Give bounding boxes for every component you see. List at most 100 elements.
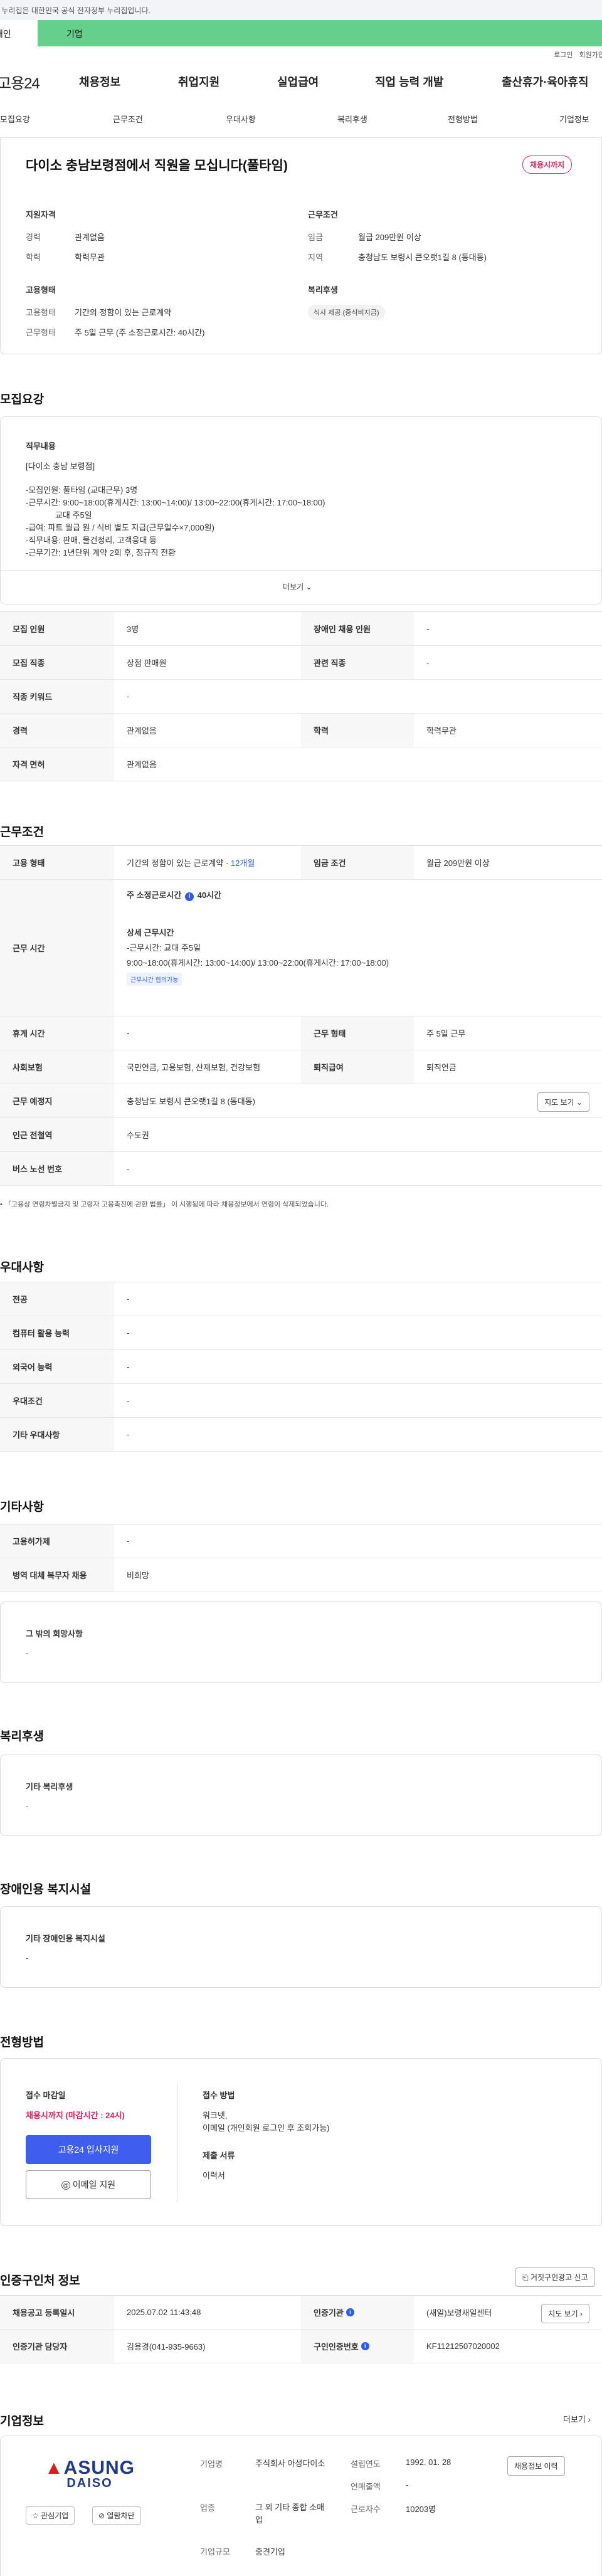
block-view-button[interactable]: ⊘ 열람차단 bbox=[92, 2506, 141, 2525]
apply-button[interactable]: 고용24 입사지원 bbox=[26, 2135, 151, 2164]
cond-region-label: 지역 bbox=[308, 253, 323, 262]
qual-heading: 지원자격 bbox=[26, 210, 56, 219]
qual-career-value: 관계없음 bbox=[75, 233, 105, 242]
duty-line: 교대 주5일 bbox=[26, 510, 92, 520]
age-law-note: • 「고용상 연령차별금지 및 고령자 고용촉진에 관한 법률」 이 시행됨에 … bbox=[0, 1199, 329, 1209]
duty-line: [다이소 충남 보령점] bbox=[26, 462, 95, 471]
row-header: 임금 조건 bbox=[301, 846, 414, 879]
map-button[interactable]: 지도 보기 ⌄ bbox=[537, 1092, 589, 1112]
process-card: 접수 마감일 채용시까지 (마감시간 : 24시) 고용24 입사지원 @ 이메… bbox=[0, 2058, 602, 2226]
method-heading: 접수 방법 bbox=[203, 2091, 235, 2100]
info-icon[interactable]: i bbox=[346, 2308, 354, 2316]
apply-button-label: 고용24 입사지원 bbox=[58, 2145, 119, 2155]
time-detail-heading: 상세 근무시간 bbox=[127, 928, 174, 937]
established-value: 1992. 01. 28 bbox=[406, 2457, 452, 2467]
gnb-item-jobs[interactable]: 채용정보 bbox=[79, 73, 120, 90]
site-logo[interactable]: 고용24 bbox=[0, 71, 40, 93]
cert-agency-value: (새일)보령새일센터 bbox=[426, 2308, 492, 2318]
login-link[interactable]: 로그인 bbox=[554, 50, 573, 60]
table-row: 채용공고 등록일시 2025.07.02 11:43:48 인증기관 i (새일… bbox=[0, 2296, 602, 2330]
duty-more-button[interactable]: 더보기 ⌄ bbox=[283, 581, 312, 592]
anchor-company[interactable]: 기업정보 bbox=[559, 113, 589, 125]
deadline-value: 채용시까지 (마감시간 : 24시) bbox=[26, 2111, 125, 2120]
row-header: 채용공고 등록일시 bbox=[0, 2296, 114, 2329]
anchor-welfare[interactable]: 복리후생 bbox=[337, 113, 367, 125]
company-more-link[interactable]: 더보기 › bbox=[563, 2413, 591, 2425]
anchor-work[interactable]: 근무조건 bbox=[113, 113, 143, 125]
row-header: 퇴직급여 bbox=[301, 1050, 414, 1084]
agency-map-button[interactable]: 지도 보기 › bbox=[541, 2304, 589, 2323]
block-icon: ⊘ bbox=[98, 2511, 105, 2520]
row-header: 휴게 시간 bbox=[0, 1016, 114, 1050]
work-place: 충청남도 보령시 큰오랫1길 8 (동대동) bbox=[127, 1097, 256, 1106]
company-name-value: 주식회사 아성다이소 bbox=[255, 2459, 325, 2468]
user-type-tabs: 개인 기업 bbox=[0, 20, 602, 46]
logo-a-mark: ▲ bbox=[44, 2457, 64, 2478]
tab-person[interactable]: 개인 bbox=[0, 20, 38, 46]
info-icon[interactable]: i bbox=[361, 2342, 369, 2350]
row-header: 외국어 능력 bbox=[0, 1350, 114, 1383]
welfare-card: 기타 복리후생 - bbox=[0, 1755, 602, 1836]
row-header: 관련 직종 bbox=[301, 646, 414, 679]
table-row: 근무 시간 주 소정근로시간 i 40시간 상세 근무시간 -근무시간: 교대 … bbox=[0, 880, 602, 1016]
row-header: 자격 면허 bbox=[0, 747, 114, 781]
section-anchor-nav: 모집요강 근무조건 우대사항 복리후생 전형방법 기업정보 bbox=[0, 100, 602, 138]
table-row: 모집 직종 상점 판매원 관련 직종 - bbox=[0, 646, 602, 680]
row-value: 관계없음 bbox=[127, 760, 157, 769]
row-value: - bbox=[127, 1028, 130, 1038]
bullet: • bbox=[0, 1201, 4, 1208]
emp-type-value: 기간의 정함이 있는 근로계약 bbox=[75, 308, 172, 317]
table-row: 모집 인원 3명 장애인 채용 인원 - bbox=[0, 612, 602, 646]
company-size-value: 중견기업 bbox=[255, 2547, 285, 2557]
email-apply-button[interactable]: @ 이메일 지원 bbox=[26, 2170, 151, 2199]
info-icon[interactable]: i bbox=[184, 892, 194, 901]
favorite-company-button[interactable]: ☆ 관심기업 bbox=[26, 2506, 75, 2525]
tab-corporate[interactable]: 기업 bbox=[38, 20, 602, 46]
weekly-hours: 주 소정근로시간 i 40시간 bbox=[127, 889, 221, 901]
disabled-card-value: - bbox=[26, 1953, 29, 1963]
disabled-heading: 장애인용 복지시설 bbox=[0, 1883, 92, 1896]
emp-form-value: 주 5일 근무 (주 소정근로시간: 40시간) bbox=[75, 328, 205, 337]
row-header: 전공 bbox=[0, 1282, 114, 1316]
gnb-item-vocational-training[interactable]: 직업 능력 개발 bbox=[375, 73, 443, 90]
row-header: 경력 bbox=[0, 714, 114, 747]
welfare-tag: 식사 제공 (중식비지급) bbox=[308, 305, 385, 320]
chevron-right-icon: › bbox=[588, 2415, 591, 2424]
row-header: 버스 노선 번호 bbox=[0, 1152, 114, 1185]
job-history-button[interactable]: 채용정보 이력 bbox=[507, 2456, 565, 2476]
table-row: 사회보험 국민연금, 고용보험, 산재보험, 건강보험 퇴직급여 퇴직연금 bbox=[0, 1050, 602, 1084]
gnb-item-employment-support[interactable]: 취업지원 bbox=[178, 73, 219, 90]
row-value: 월급 209만원 이상 bbox=[426, 858, 490, 868]
qual-career-label: 경력 bbox=[26, 233, 41, 242]
cond-wage-value: 월급 209만원 이상 bbox=[358, 233, 421, 242]
report-fake-ad-button[interactable]: ⎗ 거짓구인광고 신고 bbox=[515, 2267, 595, 2287]
signup-link[interactable]: 회원가입 bbox=[579, 50, 602, 60]
established-label: 설립연도 bbox=[351, 2459, 381, 2469]
row-header: 컴퓨터 활용 능력 bbox=[0, 1316, 114, 1349]
row-value: - bbox=[426, 658, 430, 667]
duty-line: -급여: 파트 월급 원 / 식비 별도 지급(근무일수×7,000원) bbox=[26, 523, 214, 532]
gnb-item-parental-leave[interactable]: 출산휴가·육아휴직 bbox=[502, 73, 588, 90]
row-value: 관계없음 bbox=[127, 726, 157, 736]
etc-wish-heading: 그 밖의 희망사항 bbox=[26, 1629, 83, 1639]
star-icon: ☆ bbox=[32, 2511, 39, 2520]
row-value: KF11212507020002 bbox=[426, 2341, 500, 2351]
row-value: 주 소정근로시간 i 40시간 상세 근무시간 -근무시간: 교대 주5일 9:… bbox=[114, 880, 602, 1016]
company-heading: 기업정보 bbox=[0, 2415, 44, 2428]
employees-label: 근로자수 bbox=[351, 2505, 381, 2514]
etc-wish-value: - bbox=[26, 1649, 29, 1658]
tab-person-label: 개인 bbox=[0, 29, 11, 39]
deadline-heading: 접수 마감일 bbox=[26, 2091, 66, 2100]
row-header: 기타 우대사항 bbox=[0, 1418, 114, 1451]
anchor-process[interactable]: 전형방법 bbox=[448, 113, 478, 125]
disabled-card-heading: 기타 장애인용 복지시설 bbox=[26, 1934, 105, 1943]
row-value: 충청남도 보령시 큰오랫1길 8 (동대동) 지도 보기 ⌄ bbox=[114, 1084, 602, 1117]
table-row: 버스 노선 번호 - bbox=[0, 1152, 602, 1186]
row-value: - bbox=[127, 1536, 130, 1546]
gnb-item-unemployment-benefit[interactable]: 실업급여 bbox=[277, 73, 319, 90]
anchor-recruit[interactable]: 모집요강 bbox=[0, 113, 30, 125]
row-value: 김용경(041-935-9663) bbox=[127, 2342, 206, 2352]
table-row: 전공 - bbox=[0, 1282, 602, 1316]
row-value: 수도권 bbox=[127, 1131, 149, 1140]
anchor-preference[interactable]: 우대사항 bbox=[226, 113, 256, 125]
